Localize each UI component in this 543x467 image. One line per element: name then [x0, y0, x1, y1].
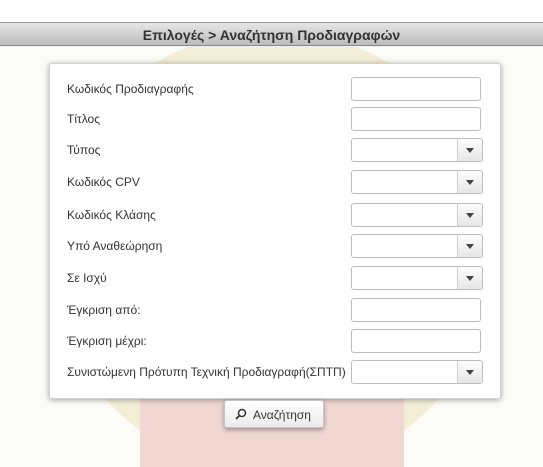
field-row-class-code: Κωδικός Κλάσης	[50, 203, 500, 227]
type-dropdown-button[interactable]	[457, 139, 482, 161]
approval-to-input[interactable]	[351, 329, 481, 353]
page-title: Επιλογές > Αναζήτηση Προδιαγραφών	[0, 22, 543, 46]
recommended-spec-dropdown-button[interactable]	[457, 361, 482, 383]
search-button[interactable]: Αναζήτηση	[224, 400, 324, 428]
field-row-title: Τίτλος	[50, 107, 500, 131]
chevron-down-icon	[466, 148, 474, 153]
cpv-dropdown-button[interactable]	[457, 171, 482, 193]
field-row-recommended-spec: Συνιστώμενη Πρότυπη Τεχνική Προδιαγραφή(…	[50, 360, 500, 384]
field-row-approval-to: Έγκριση μέχρι:	[50, 329, 500, 353]
cpv-label: Κωδικός CPV	[67, 175, 140, 189]
approval-from-label: Έγκριση από:	[67, 303, 141, 317]
field-row-approval-from: Έγκριση από:	[50, 298, 500, 322]
field-row-type: Τύπος	[50, 138, 500, 162]
search-button-label: Αναζήτηση	[253, 408, 311, 422]
field-row-under-review: Υπό Αναθεώρηση	[50, 234, 500, 258]
chevron-down-icon	[466, 370, 474, 375]
search-form-panel: Κωδικός Προδιαγραφής Τίτλος Τύπος Κωδικό…	[49, 63, 501, 399]
title-label: Τίτλος	[67, 112, 101, 126]
in-force-label: Σε Ισχύ	[67, 271, 107, 285]
field-row-cpv: Κωδικός CPV	[50, 170, 500, 194]
recommended-spec-label: Συνιστώμενη Πρότυπη Τεχνική Προδιαγραφή(…	[67, 365, 346, 379]
class-code-select[interactable]	[351, 203, 483, 227]
chevron-down-icon	[466, 180, 474, 185]
chevron-down-icon	[466, 276, 474, 281]
chevron-down-icon	[466, 213, 474, 218]
cpv-select[interactable]	[351, 170, 483, 194]
under-review-select[interactable]	[351, 234, 483, 258]
field-row-spec-code: Κωδικός Προδιαγραφής	[50, 77, 500, 101]
class-code-dropdown-button[interactable]	[457, 204, 482, 226]
spec-code-label: Κωδικός Προδιαγραφής	[67, 82, 194, 96]
class-code-label: Κωδικός Κλάσης	[67, 208, 156, 222]
approval-to-label: Έγκριση μέχρι:	[67, 334, 147, 348]
under-review-dropdown-button[interactable]	[457, 235, 482, 257]
search-icon	[235, 408, 247, 420]
top-strip	[0, 0, 543, 22]
field-row-in-force: Σε Ισχύ	[50, 266, 500, 290]
spec-code-input[interactable]	[351, 77, 481, 101]
chevron-down-icon	[466, 244, 474, 249]
under-review-label: Υπό Αναθεώρηση	[67, 239, 163, 253]
type-label: Τύπος	[67, 143, 101, 157]
approval-from-input[interactable]	[351, 298, 481, 322]
in-force-dropdown-button[interactable]	[457, 267, 482, 289]
in-force-select[interactable]	[351, 266, 483, 290]
recommended-spec-select[interactable]	[351, 360, 483, 384]
title-input[interactable]	[351, 107, 481, 131]
type-select[interactable]	[351, 138, 483, 162]
